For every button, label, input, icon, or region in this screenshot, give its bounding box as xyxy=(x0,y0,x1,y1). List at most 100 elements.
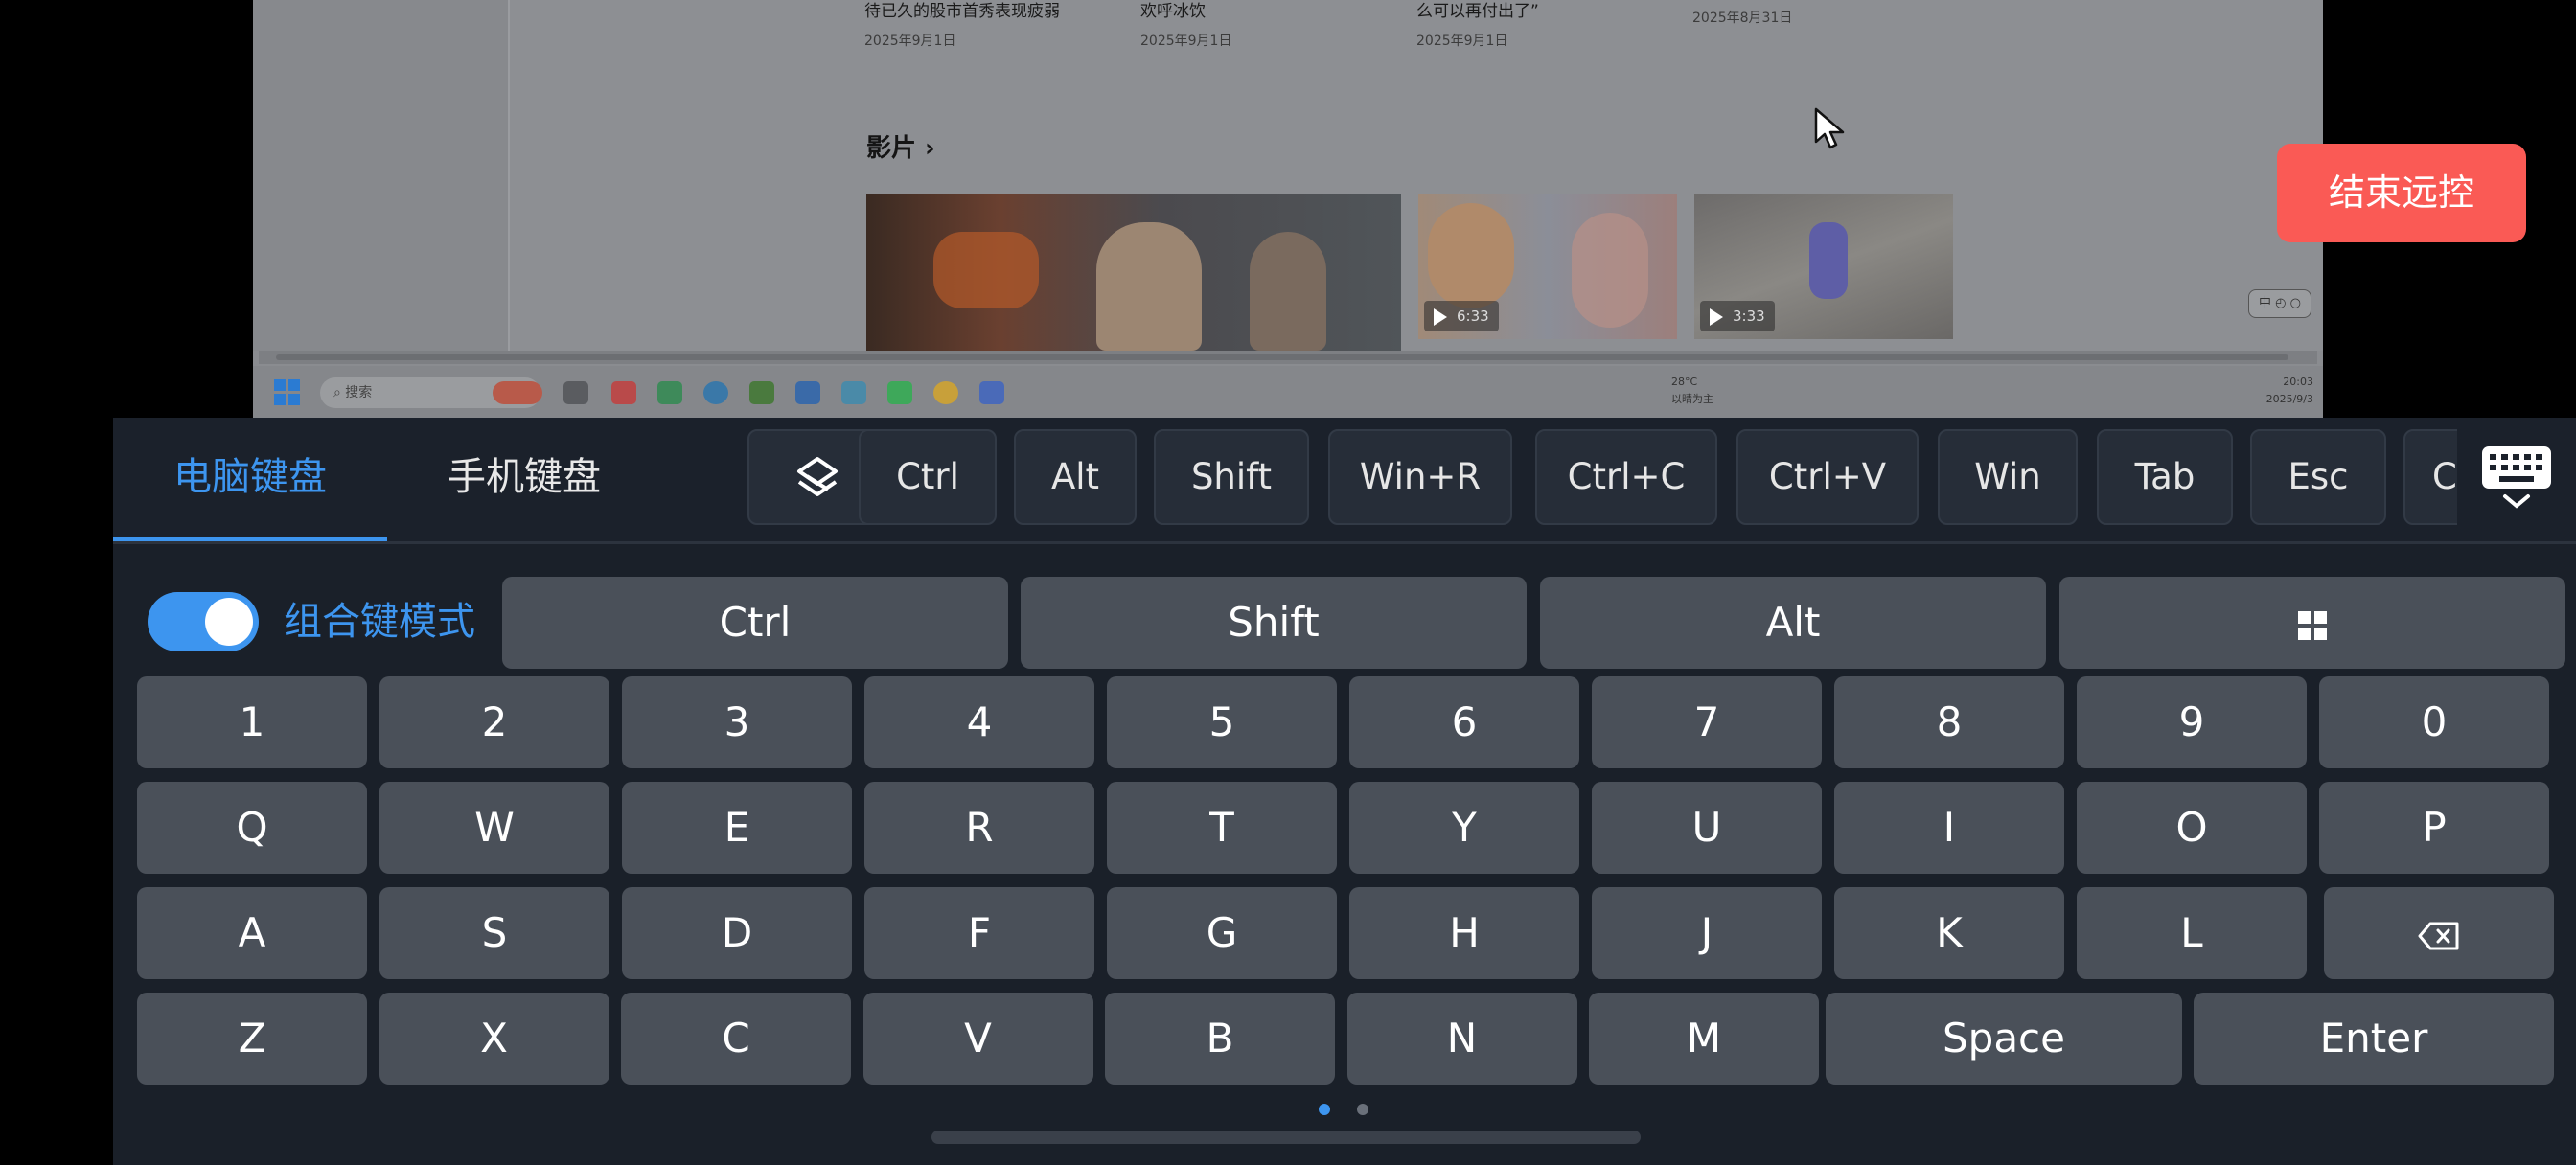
news-title: 么可以再付出了” xyxy=(1416,2,1539,21)
video-thumbnail[interactable] xyxy=(866,194,1401,351)
key-1[interactable]: 1 xyxy=(137,676,367,768)
spreadsheet-icon[interactable] xyxy=(657,381,682,404)
modifier-key-alt[interactable]: Alt xyxy=(1540,577,2046,669)
key-n[interactable]: N xyxy=(1346,993,1577,1085)
news-item[interactable]: 欢呼冰饮 2025年9月1日 xyxy=(1140,0,1399,50)
key-m[interactable]: M xyxy=(1589,993,1819,1085)
tab-phone-keyboard[interactable]: 手机键盘 xyxy=(387,418,661,544)
chrome-icon[interactable] xyxy=(933,381,958,404)
key-x[interactable]: X xyxy=(379,993,610,1085)
key-a[interactable]: A xyxy=(137,887,367,979)
app-icon[interactable] xyxy=(979,381,1004,404)
news-title: 欢呼冰饮 xyxy=(1140,2,1206,21)
video-duration-badge: 3:33 xyxy=(1700,301,1775,331)
ime-indicator[interactable]: 中 ◴ ○ xyxy=(2248,289,2312,318)
keyboard-tab-bar: 电脑键盘 手机键盘 Ctrl Alt Shift Win+R Ctrl+C Ct… xyxy=(113,418,2576,544)
key-6[interactable]: 6 xyxy=(1349,676,1579,768)
windows-taskbar: ⌕ 搜索 28°C 以晴为主 20:03 2025/9/3 xyxy=(253,366,2323,418)
quick-key-alt[interactable]: Alt xyxy=(1014,429,1137,525)
key-f[interactable]: F xyxy=(864,887,1094,979)
file-explorer-icon[interactable] xyxy=(564,381,588,404)
key-o[interactable]: O xyxy=(2077,782,2307,874)
key-9[interactable]: 9 xyxy=(2077,676,2307,768)
space-key[interactable]: Space xyxy=(1826,993,2182,1085)
wps-icon[interactable] xyxy=(611,381,636,404)
key-u[interactable]: U xyxy=(1592,782,1822,874)
edge-icon[interactable] xyxy=(703,381,728,404)
modifier-key-ctrl[interactable]: Ctrl xyxy=(502,577,1008,669)
key-7[interactable]: 7 xyxy=(1592,676,1822,768)
tab-pc-keyboard[interactable]: 电脑键盘 xyxy=(113,418,387,544)
key-c[interactable]: C xyxy=(621,993,851,1085)
mouse-cursor-icon xyxy=(1814,107,1845,149)
key-e[interactable]: E xyxy=(622,782,852,874)
videos-section-title[interactable]: 影片 › xyxy=(866,128,935,164)
browser-side-pane xyxy=(253,0,510,351)
key-r[interactable]: R xyxy=(864,782,1094,874)
key-p[interactable]: P xyxy=(2319,782,2549,874)
key-q[interactable]: Q xyxy=(137,782,367,874)
taskbar-weather[interactable]: 28°C 以晴为主 xyxy=(1671,374,1714,408)
backspace-key[interactable] xyxy=(2324,887,2554,979)
quick-key-shift[interactable]: Shift xyxy=(1154,429,1309,525)
key-d[interactable]: D xyxy=(622,887,852,979)
quick-key-esc[interactable]: Esc xyxy=(2250,429,2386,525)
app-icon[interactable] xyxy=(841,381,866,404)
scrollbar-thumb[interactable] xyxy=(276,354,2288,360)
quick-key-tab[interactable]: Tab xyxy=(2097,429,2233,525)
key-v[interactable]: V xyxy=(862,993,1093,1085)
play-icon xyxy=(1710,308,1723,326)
key-s[interactable]: S xyxy=(380,887,610,979)
key-i[interactable]: I xyxy=(1834,782,2064,874)
home-indicator xyxy=(932,1131,1641,1144)
backspace-icon xyxy=(2418,922,2459,949)
quick-key-ctrl[interactable]: Ctrl xyxy=(859,429,997,525)
video-thumbnail[interactable]: 6:33 xyxy=(1418,194,1677,339)
quick-key-ctrl-c[interactable]: Ctrl+C xyxy=(1535,429,1717,525)
news-date: 2025年8月31日 xyxy=(1692,11,1793,26)
combo-mode-label: 组合键模式 xyxy=(284,600,475,644)
quick-key-win-r[interactable]: Win+R xyxy=(1328,429,1512,525)
key-z[interactable]: Z xyxy=(137,993,367,1085)
news-item[interactable]: 么可以再付出了” 2025年9月1日 xyxy=(1416,0,1675,50)
app-icon[interactable] xyxy=(749,381,774,404)
key-5[interactable]: 5 xyxy=(1107,676,1337,768)
hide-keyboard-button[interactable] xyxy=(2457,418,2576,544)
key-l[interactable]: L xyxy=(2077,887,2307,979)
news-date: 2025年9月1日 xyxy=(1140,34,1232,49)
key-h[interactable]: H xyxy=(1349,887,1579,979)
horizontal-scrollbar[interactable] xyxy=(259,351,2317,364)
quick-key-win[interactable]: Win xyxy=(1938,429,2078,525)
taskbar-clock[interactable]: 20:03 2025/9/3 xyxy=(2266,374,2313,408)
modifier-key-win[interactable] xyxy=(2059,577,2565,669)
news-item[interactable]: 待已久的股市首秀表现疲弱 2025年9月1日 xyxy=(864,0,1123,50)
page-dot-active[interactable] xyxy=(1319,1104,1330,1115)
key-3[interactable]: 3 xyxy=(622,676,852,768)
news-title: 待已久的股市首秀表现疲弱 xyxy=(864,2,1060,21)
wechat-icon[interactable] xyxy=(887,381,912,404)
key-b[interactable]: B xyxy=(1105,993,1335,1085)
video-thumbnail[interactable]: 3:33 xyxy=(1694,194,1953,339)
key-k[interactable]: K xyxy=(1834,887,2064,979)
combo-mode-toggle[interactable] xyxy=(148,592,259,651)
key-4[interactable]: 4 xyxy=(864,676,1094,768)
end-remote-control-button[interactable]: 结束远控 xyxy=(2277,144,2526,242)
windows-start-icon[interactable] xyxy=(274,379,301,406)
key-w[interactable]: W xyxy=(380,782,610,874)
play-icon xyxy=(1434,308,1447,326)
key-j[interactable]: J xyxy=(1592,887,1822,979)
key-8[interactable]: 8 xyxy=(1834,676,2064,768)
key-2[interactable]: 2 xyxy=(380,676,610,768)
key-0[interactable]: 0 xyxy=(2319,676,2549,768)
page-dot[interactable] xyxy=(1357,1104,1368,1115)
enter-key[interactable]: Enter xyxy=(2194,993,2554,1085)
layers-icon xyxy=(797,456,838,496)
app-icon[interactable] xyxy=(795,381,820,404)
quick-key-ctrl-v[interactable]: Ctrl+V xyxy=(1736,429,1919,525)
key-g[interactable]: G xyxy=(1107,887,1337,979)
modifier-key-shift[interactable]: Shift xyxy=(1021,577,1527,669)
remote-desktop-view[interactable]: 待已久的股市首秀表现疲弱 2025年9月1日 欢呼冰饮 2025年9月1日 么可… xyxy=(253,0,2323,418)
key-t[interactable]: T xyxy=(1107,782,1337,874)
key-y[interactable]: Y xyxy=(1349,782,1579,874)
news-item[interactable]: 2025年8月31日 xyxy=(1692,0,1951,27)
